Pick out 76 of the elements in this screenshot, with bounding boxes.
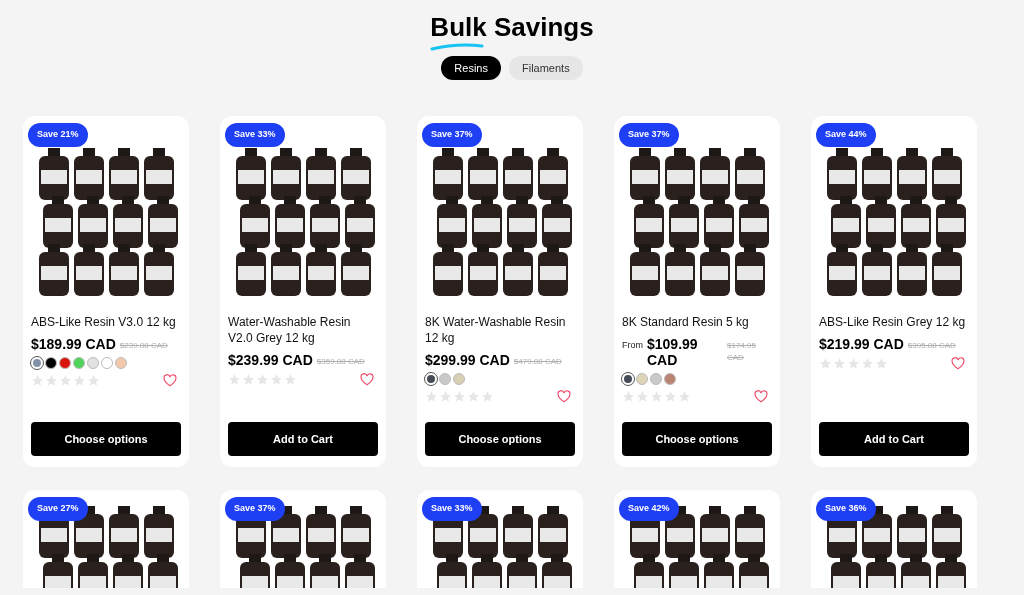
product-title[interactable]: ABS-Like Resin Grey 12 kg (819, 314, 969, 330)
star-icon (650, 390, 663, 403)
star-icon (270, 373, 283, 386)
wishlist-heart-icon[interactable] (754, 390, 768, 403)
star-icon (45, 374, 58, 387)
compare-price: $239.88 CAD (119, 340, 168, 352)
compare-price: $359.88 CAD (316, 356, 365, 368)
compare-price: $395.88 CAD (907, 340, 956, 352)
star-icon (847, 357, 860, 370)
product-action-button[interactable]: Choose options (425, 422, 575, 456)
product-action-button[interactable]: Add to Cart (228, 422, 378, 456)
price-prefix: From (622, 339, 643, 352)
star-icon (833, 357, 846, 370)
color-swatch[interactable] (439, 373, 451, 385)
star-icon (284, 373, 297, 386)
compare-price: $479.88 CAD (513, 356, 562, 368)
star-icon (256, 373, 269, 386)
product-action-button[interactable]: Choose options (31, 422, 181, 456)
star-icon (59, 374, 72, 387)
star-icon (453, 390, 466, 403)
star-icon (242, 373, 255, 386)
discount-badge: Save 37% (619, 123, 679, 147)
color-swatch[interactable] (59, 357, 71, 369)
discount-badge: Save 33% (422, 497, 482, 521)
color-swatch[interactable] (87, 357, 99, 369)
star-icon (87, 374, 100, 387)
sale-price: $109.99 CAD (647, 336, 699, 368)
star-icon (481, 390, 494, 403)
product-action-button[interactable]: Add to Cart (819, 422, 969, 456)
star-icon (819, 357, 832, 370)
sale-price: $219.99 CAD (819, 336, 904, 352)
product-action-button[interactable]: Choose options (622, 422, 772, 456)
discount-badge: Save 42% (619, 497, 679, 521)
underline-swoosh-icon (430, 43, 485, 51)
category-tab[interactable]: Filaments (508, 56, 583, 80)
color-swatch[interactable] (45, 357, 57, 369)
product-title[interactable]: 8K Water-Washable Resin 12 kg (425, 314, 575, 346)
color-swatch[interactable] (650, 373, 662, 385)
discount-badge: Save 21% (28, 123, 88, 147)
star-icon (439, 390, 452, 403)
star-icon (31, 374, 44, 387)
wishlist-heart-icon[interactable] (951, 357, 965, 370)
wishlist-heart-icon[interactable] (557, 390, 571, 403)
wishlist-heart-icon[interactable] (163, 374, 177, 387)
color-swatch[interactable] (664, 373, 676, 385)
discount-badge: Save 37% (422, 123, 482, 147)
star-icon (861, 357, 874, 370)
discount-badge: Save 37% (225, 497, 285, 521)
discount-badge: Save 33% (225, 123, 285, 147)
color-swatch[interactable] (73, 357, 85, 369)
product-title[interactable]: 8K Standard Resin 5 kg (622, 314, 772, 330)
color-swatch[interactable] (115, 357, 127, 369)
product-title[interactable]: Water-Washable Resin V2.0 Grey 12 kg (228, 314, 378, 346)
star-icon (678, 390, 691, 403)
color-swatch[interactable] (453, 373, 465, 385)
star-icon (228, 373, 241, 386)
discount-badge: Save 27% (28, 497, 88, 521)
discount-badge: Save 44% (816, 123, 876, 147)
star-icon (875, 357, 888, 370)
sale-price: $189.99 CAD (31, 336, 116, 352)
sale-price: $239.99 CAD (228, 352, 313, 368)
star-icon (664, 390, 677, 403)
star-icon (467, 390, 480, 403)
star-icon (622, 390, 635, 403)
category-tab[interactable]: Resins (441, 56, 501, 80)
section-heading: Bulk Savings (430, 12, 594, 42)
star-icon (636, 390, 649, 403)
wishlist-heart-icon[interactable] (360, 373, 374, 386)
compare-price: $174.95 CAD (727, 340, 757, 364)
star-icon (73, 374, 86, 387)
product-title[interactable]: ABS-Like Resin V3.0 12 kg (31, 314, 181, 330)
sale-price: $299.99 CAD (425, 352, 510, 368)
discount-badge: Save 36% (816, 497, 876, 521)
color-swatch[interactable] (101, 357, 113, 369)
color-swatch[interactable] (636, 373, 648, 385)
star-icon (425, 390, 438, 403)
